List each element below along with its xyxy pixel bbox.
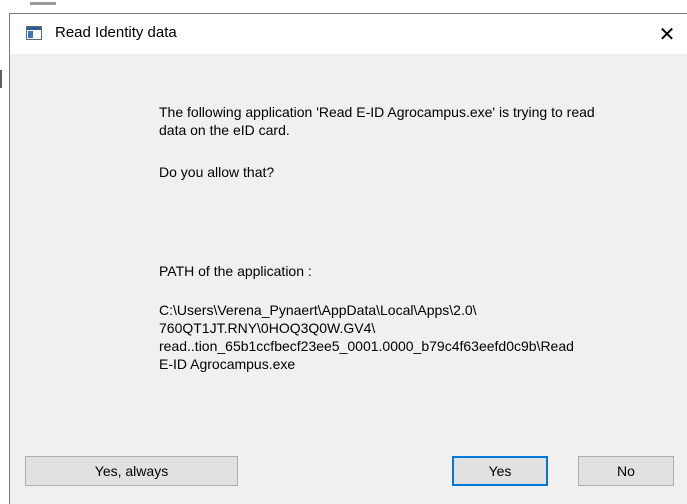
background-window-fragment [30, 2, 56, 5]
dialog-title: Read Identity data [55, 24, 177, 41]
message-line-2: data on the eID card. [159, 122, 290, 138]
close-icon[interactable]: ✕ [647, 14, 687, 54]
title-bar[interactable]: Read Identity data ✕ [10, 14, 687, 54]
path-line-3: read..tion_65b1ccfbecf23ee5_0001.0000_b7… [159, 338, 574, 354]
yes-button[interactable]: Yes [452, 456, 548, 486]
question-text: Do you allow that? [159, 164, 275, 180]
background-window-edge [0, 70, 2, 88]
dialog-window: Read Identity data ✕ The following appli… [9, 13, 687, 504]
no-button[interactable]: No [578, 456, 674, 486]
message-line-1: The following application 'Read E-ID Agr… [159, 104, 595, 120]
path-line-4: E-ID Agrocampus.exe [159, 356, 296, 372]
path-line-2: 760QT1JT.RNY\0HOQ3Q0W.GV4\ [159, 320, 376, 336]
background-strip [0, 0, 687, 14]
window-app-icon [26, 26, 42, 40]
yes-always-button[interactable]: Yes, always [25, 456, 238, 486]
path-label: PATH of the application : [159, 263, 312, 279]
path-line-1: C:\Users\Verena_Pynaert\AppData\Local\Ap… [159, 302, 477, 318]
